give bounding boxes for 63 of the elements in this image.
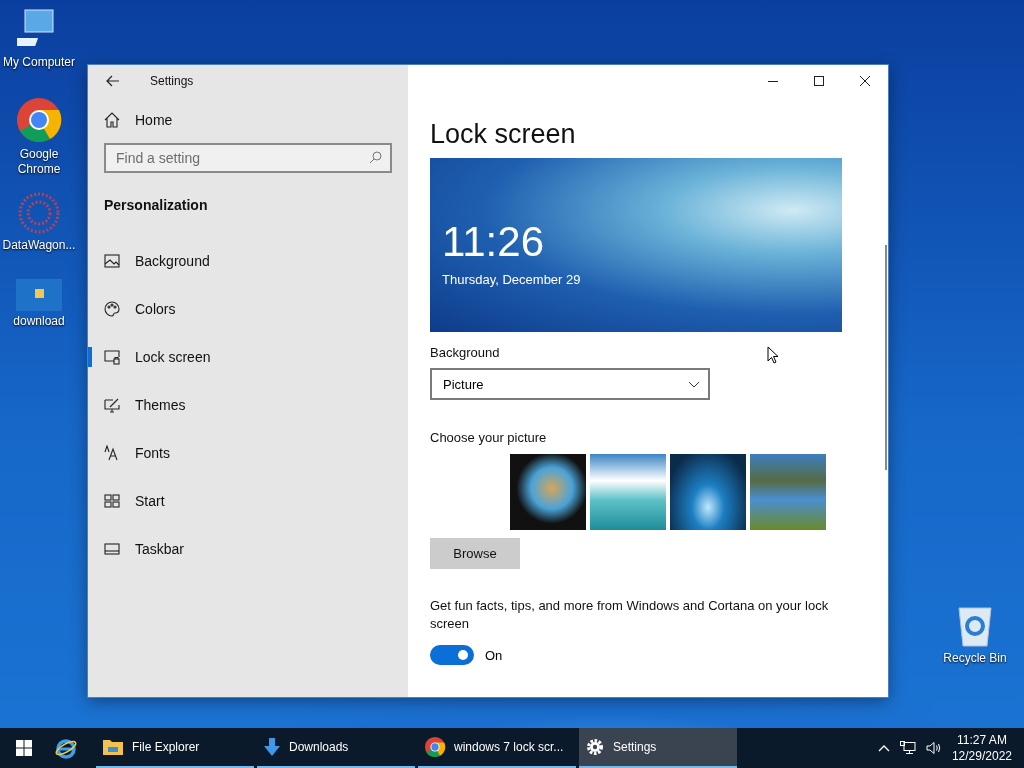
desktop-icon-label[interactable]: My Computer <box>3 55 75 70</box>
download-arrow-icon <box>263 737 281 757</box>
nav-item[interactable]: Fonts <box>88 429 392 477</box>
chrome-icon <box>424 736 446 758</box>
field-label: Background <box>430 345 500 360</box>
background-dropdown[interactable]: Picture <box>430 368 710 400</box>
internet-explorer-icon[interactable] <box>54 736 78 760</box>
home-icon <box>104 112 120 128</box>
desktop-icon-label[interactable]: download <box>13 314 65 329</box>
preview-date: Thursday, December 29 <box>442 272 582 287</box>
nav-item[interactable]: Background <box>88 237 392 285</box>
picture-icon <box>104 253 120 269</box>
preview-time: 11:26 <box>442 218 545 266</box>
taskbar-button[interactable]: Settings <box>579 728 737 768</box>
speaker-icon[interactable] <box>925 741 942 755</box>
taskbar-button[interactable]: Downloads <box>257 728 415 768</box>
desktop-icon-label[interactable]: Recycle Bin <box>943 651 1007 666</box>
tiles-icon <box>104 493 120 509</box>
chrome-icon[interactable] <box>15 96 63 144</box>
taskbar-button[interactable]: windows 7 lock scr... <box>418 728 576 768</box>
search-icon <box>369 151 382 164</box>
photo-placeholder[interactable] <box>670 454 746 530</box>
home-nav-item[interactable]: Home <box>104 105 392 135</box>
monitor-brush-icon <box>104 397 120 413</box>
maximize-icon[interactable] <box>813 75 825 87</box>
settings-icon <box>585 737 605 757</box>
close-icon[interactable] <box>859 75 871 87</box>
taskbar-icon <box>104 541 120 557</box>
window-title: Settings <box>150 74 194 88</box>
palette-icon <box>104 301 120 317</box>
nav-item[interactable]: Themes <box>88 381 392 429</box>
recycle-bin-icon[interactable] <box>955 604 995 648</box>
toggle-state-label: On <box>485 647 503 663</box>
chevron-down-icon <box>688 380 700 388</box>
photo-placeholder[interactable] <box>590 454 666 530</box>
taskbar-clock[interactable]: 11:27 AM 12/29/2022 <box>951 732 1012 764</box>
monitor-lock-icon <box>104 349 120 365</box>
windows-logo-icon[interactable] <box>16 740 32 756</box>
tips-description: Get fun facts, tips, and more from Windows and Cortana on your lock screen <box>430 597 830 633</box>
photo-placeholder[interactable] <box>510 454 586 530</box>
desktop-icon-label[interactable]: DataWagon... <box>2 238 76 253</box>
folder-icon <box>102 738 124 756</box>
field-label: Choose your picture <box>430 430 547 445</box>
back-arrow-icon[interactable] <box>106 75 120 87</box>
scrollbar[interactable] <box>885 245 887 470</box>
letters-icon <box>104 445 120 461</box>
clock-date: 12/29/2022 <box>951 748 1012 764</box>
mouse-cursor-icon <box>767 346 779 364</box>
nav-item[interactable]: Colors <box>88 285 392 333</box>
nav-item[interactable]: Taskbar <box>88 525 392 573</box>
toggle-switch[interactable] <box>430 645 474 665</box>
clock-time: 11:27 AM <box>957 732 1007 748</box>
nav-item[interactable]: Start <box>88 477 392 525</box>
page-title: Lock screen <box>430 119 576 150</box>
dotted-globe-icon[interactable] <box>17 191 61 235</box>
image-thumbnail-icon[interactable] <box>16 279 62 311</box>
section-heading: Personalization <box>104 197 209 213</box>
browse-button[interactable]: Browse <box>430 538 520 569</box>
search-field[interactable]: Find a setting <box>104 143 392 173</box>
network-icon[interactable] <box>899 741 916 755</box>
taskbar-button[interactable]: File Explorer <box>96 728 254 768</box>
desktop-icon-label[interactable]: Google Chrome <box>0 147 78 177</box>
chevron-up-icon[interactable] <box>877 744 890 752</box>
